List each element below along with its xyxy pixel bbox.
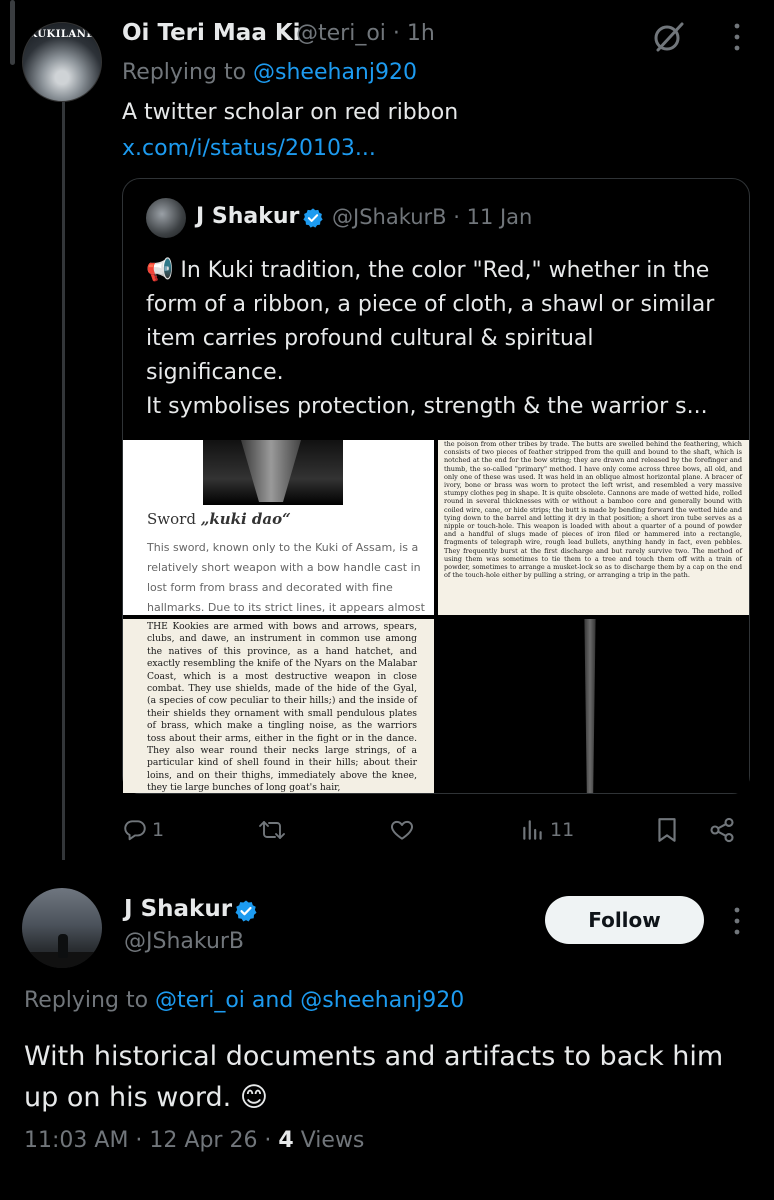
author-handle-time[interactable]: @teri_oi · 1h (296, 21, 435, 46)
author-name[interactable]: J Shakur (124, 896, 232, 922)
views-number: 4 (278, 1128, 294, 1153)
reply-button[interactable]: 1 (122, 812, 164, 848)
verified-badge-icon (303, 208, 323, 228)
bookmark-icon (658, 818, 676, 842)
media-image-sword[interactable]: Sword „kuki dao“ This sword, known only … (123, 440, 434, 615)
tweet-text: With historical documents and artifacts … (24, 1041, 724, 1113)
scrollbar-thumb[interactable] (10, 0, 15, 65)
avatar[interactable]: KUKILAND (22, 22, 102, 102)
document-text: THE Kookies are armed with bows and arro… (147, 621, 417, 793)
media-image-document-right[interactable]: the poison from other tribes by trade. T… (438, 440, 749, 615)
replying-prefix: Replying to (122, 60, 254, 85)
thread-connector-line (62, 100, 65, 860)
media-image-document-left[interactable]: THE Kookies are armed with bows and arro… (123, 619, 434, 793)
grok-icon[interactable] (652, 20, 686, 54)
bookmark-button[interactable] (654, 812, 680, 848)
views-button[interactable]: 11 (520, 812, 574, 848)
avatar-figure (58, 934, 68, 958)
quoted-handle-time[interactable]: @JShakurB · 11 Jan (332, 205, 532, 229)
reply-icon (124, 820, 146, 841)
more-icon[interactable] (730, 904, 744, 938)
reply-count: 1 (152, 819, 165, 841)
more-icon[interactable] (730, 20, 744, 54)
quoted-avatar[interactable] (146, 198, 186, 238)
sword-caption-title: Sword „kuki dao“ (147, 510, 291, 528)
quoted-text-body: 📢 In Kuki tradition, the color "Red," wh… (146, 258, 715, 419)
replying-to: Replying to @teri_oi and @sheehanj920 (24, 988, 464, 1013)
sword-title-italic: „kuki dao“ (200, 510, 291, 528)
quoted-author-name[interactable]: J Shakur (196, 204, 299, 229)
avatar[interactable] (22, 888, 102, 968)
retweet-button[interactable] (258, 812, 290, 848)
mention-links[interactable]: @teri_oi and @sheehanj920 (155, 988, 464, 1013)
status-link[interactable]: x.com/i/status/20103... (122, 136, 376, 161)
views-count: 11 (550, 819, 575, 841)
author-name[interactable]: Oi Teri Maa Ki (122, 20, 301, 46)
media-grid: Sword „kuki dao“ This sword, known only … (123, 440, 749, 793)
share-icon (710, 817, 734, 843)
tweet-text: A twitter scholar on red ribbon (122, 100, 459, 125)
share-button[interactable] (708, 812, 736, 848)
views-label: Views (293, 1128, 365, 1153)
replying-to: Replying to @sheehanj920 (122, 60, 417, 85)
media-image-spear[interactable] (438, 619, 749, 793)
timestamp[interactable]: 11:03 AM · 12 Apr 26 · (24, 1128, 278, 1153)
sword-title-prefix: Sword (147, 510, 201, 528)
sword-caption-body: This sword, known only to the Kuki of As… (147, 541, 425, 614)
verified-badge-icon (235, 900, 257, 922)
avatar-banner-text: KUKILAND (28, 29, 96, 40)
author-handle[interactable]: @JShakurB (124, 929, 244, 954)
replying-prefix: Replying to (24, 988, 156, 1013)
action-bar: 1 11 (122, 812, 752, 848)
spear-photo (584, 619, 596, 793)
tweet-meta: 11:03 AM · 12 Apr 26 · 4 Views (24, 1128, 364, 1153)
quoted-tweet-text: 📢 In Kuki tradition, the color "Red," wh… (146, 254, 736, 424)
analytics-icon (523, 820, 542, 840)
retweet-icon (259, 821, 285, 839)
follow-button[interactable]: Follow (545, 896, 704, 944)
mention-link[interactable]: @sheehanj920 (253, 60, 417, 85)
like-button[interactable] (388, 812, 420, 848)
document-text: the poison from other tribes by trade. T… (444, 440, 742, 580)
heart-icon (391, 820, 413, 840)
